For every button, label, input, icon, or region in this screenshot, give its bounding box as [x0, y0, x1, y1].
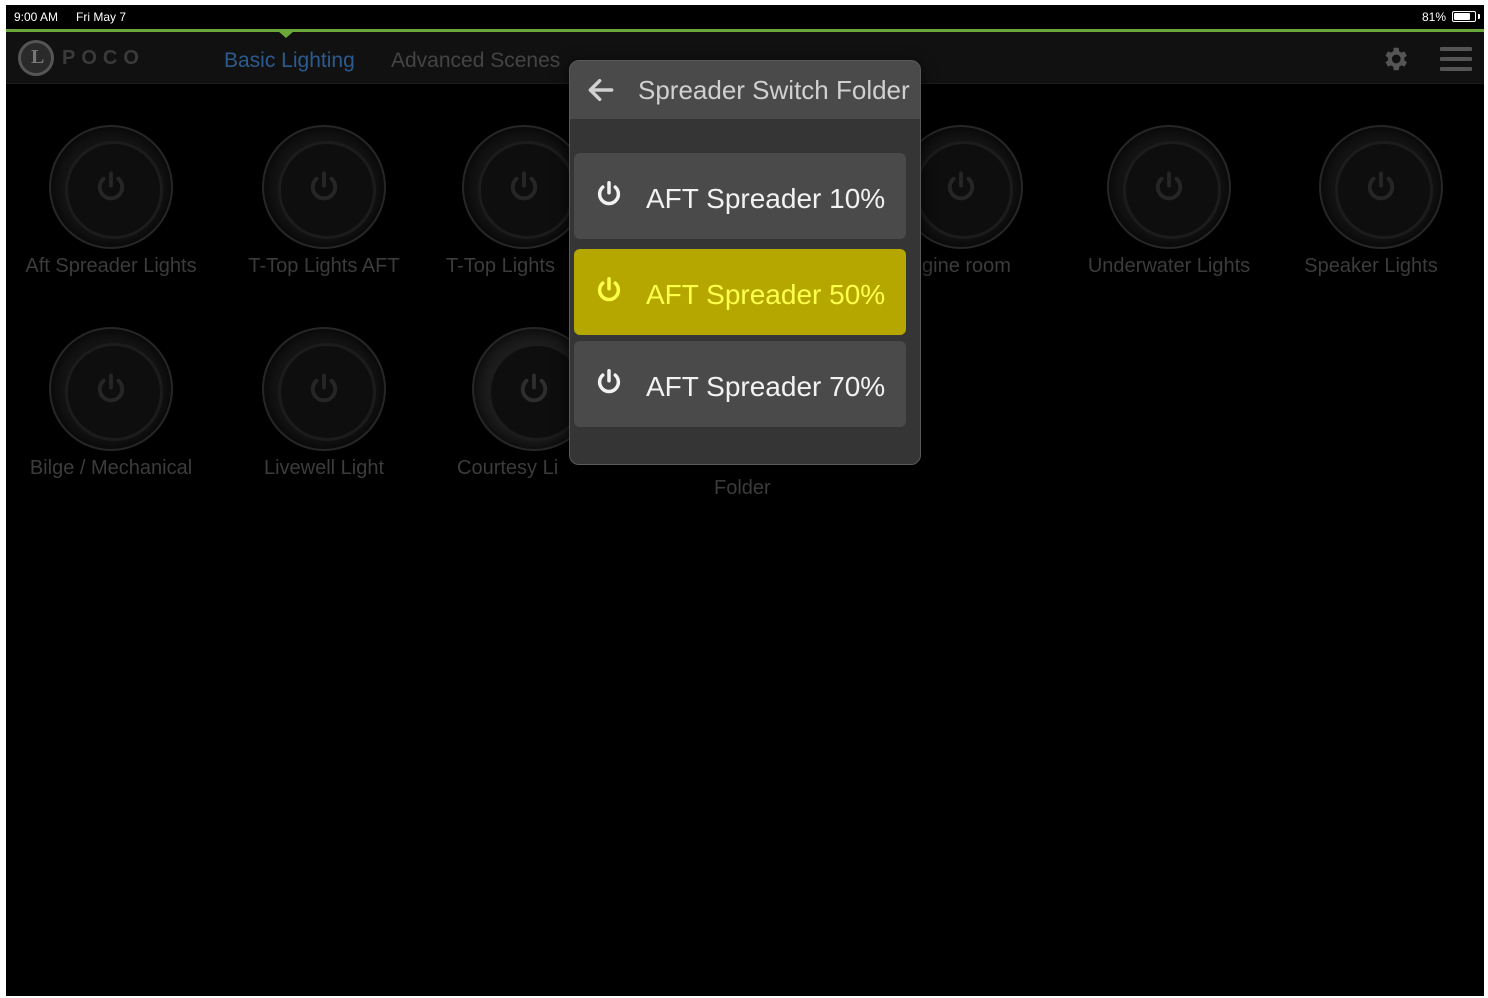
status-date: Fri May 7: [76, 10, 127, 24]
power-button[interactable]: [49, 327, 173, 451]
tile-label: T-Top Lights AFT: [248, 255, 400, 277]
light-tile-livewell[interactable]: Livewell Light: [219, 327, 429, 497]
tile-label: Courtesy Li: [457, 457, 559, 479]
power-icon: [597, 277, 621, 302]
logo-letter: L: [31, 46, 45, 68]
option-aft-spreader-10[interactable]: AFT Spreader 10%: [574, 153, 906, 239]
power-icon: [597, 369, 621, 394]
active-tab-indicator: [278, 31, 294, 38]
gear-icon[interactable]: [1380, 44, 1410, 74]
popup-body: AFT Spreader 10% AFT Spreader 50% AFT Sp…: [570, 119, 920, 464]
light-tile-bilge[interactable]: Bilge / Mechanical: [6, 327, 216, 497]
logo-text: POCO: [62, 47, 145, 69]
tile-label: Aft Spreader Lights: [25, 255, 197, 277]
battery-icon: [1452, 11, 1476, 22]
light-tile-underwater[interactable]: Underwater Lights: [1064, 125, 1274, 295]
power-icon: [97, 171, 125, 201]
power-button[interactable]: [262, 327, 386, 451]
tile-label: Speaker Lights: [1304, 255, 1438, 277]
back-arrow-icon[interactable]: [584, 74, 618, 106]
power-button[interactable]: [49, 125, 173, 249]
status-bar: 9:00 AM Fri May 7 81%: [6, 5, 1484, 29]
power-button[interactable]: [462, 125, 586, 249]
option-label: AFT Spreader 50%: [646, 279, 886, 310]
light-tile-speaker[interactable]: Speaker Lights: [1276, 125, 1484, 295]
power-icon: [97, 373, 125, 403]
logo-icon: L: [18, 40, 54, 76]
option-label: AFT Spreader 70%: [646, 371, 886, 402]
power-icon: [310, 373, 338, 403]
option-aft-spreader-70[interactable]: AFT Spreader 70%: [574, 341, 906, 427]
tab-basic-lighting[interactable]: Basic Lighting: [224, 49, 355, 73]
power-icon: [1155, 171, 1183, 201]
tab-advanced-scenes[interactable]: Advanced Scenes: [391, 49, 560, 73]
tile-label: Bilge / Mechanical: [29, 457, 193, 479]
option-aft-spreader-50[interactable]: AFT Spreader 50%: [574, 249, 906, 335]
spreader-switch-folder-popup: Spreader Switch Folder AFT Spreader 10% …: [569, 60, 921, 465]
light-tile-ttop-aft[interactable]: T-Top Lights AFT: [219, 125, 429, 295]
power-icon: [1367, 171, 1395, 201]
light-tile-aft-spreader[interactable]: Aft Spreader Lights: [6, 125, 216, 295]
battery-percent: 81%: [1421, 10, 1446, 24]
app-screen: 9:00 AM Fri May 7 81% L POCO Basic Light…: [6, 5, 1484, 996]
popup-title: Spreader Switch Folder: [638, 75, 910, 105]
battery-tip: [1478, 14, 1480, 19]
option-label: AFT Spreader 10%: [646, 183, 886, 214]
hamburger-menu-icon[interactable]: [1440, 47, 1472, 73]
power-button[interactable]: [1319, 125, 1443, 249]
power-icon: [597, 181, 621, 206]
power-icon: [310, 171, 338, 201]
popup-header: Spreader Switch Folder: [570, 61, 920, 119]
folder-label: Folder: [714, 477, 771, 499]
power-button[interactable]: [262, 125, 386, 249]
tile-label: Underwater Lights: [1087, 255, 1251, 277]
power-icon: [947, 171, 975, 201]
power-icon: [520, 373, 548, 403]
status-time: 9:00 AM: [14, 10, 59, 24]
power-icon: [510, 171, 538, 201]
tile-label: Livewell Light: [263, 457, 385, 479]
power-button[interactable]: [1107, 125, 1231, 249]
